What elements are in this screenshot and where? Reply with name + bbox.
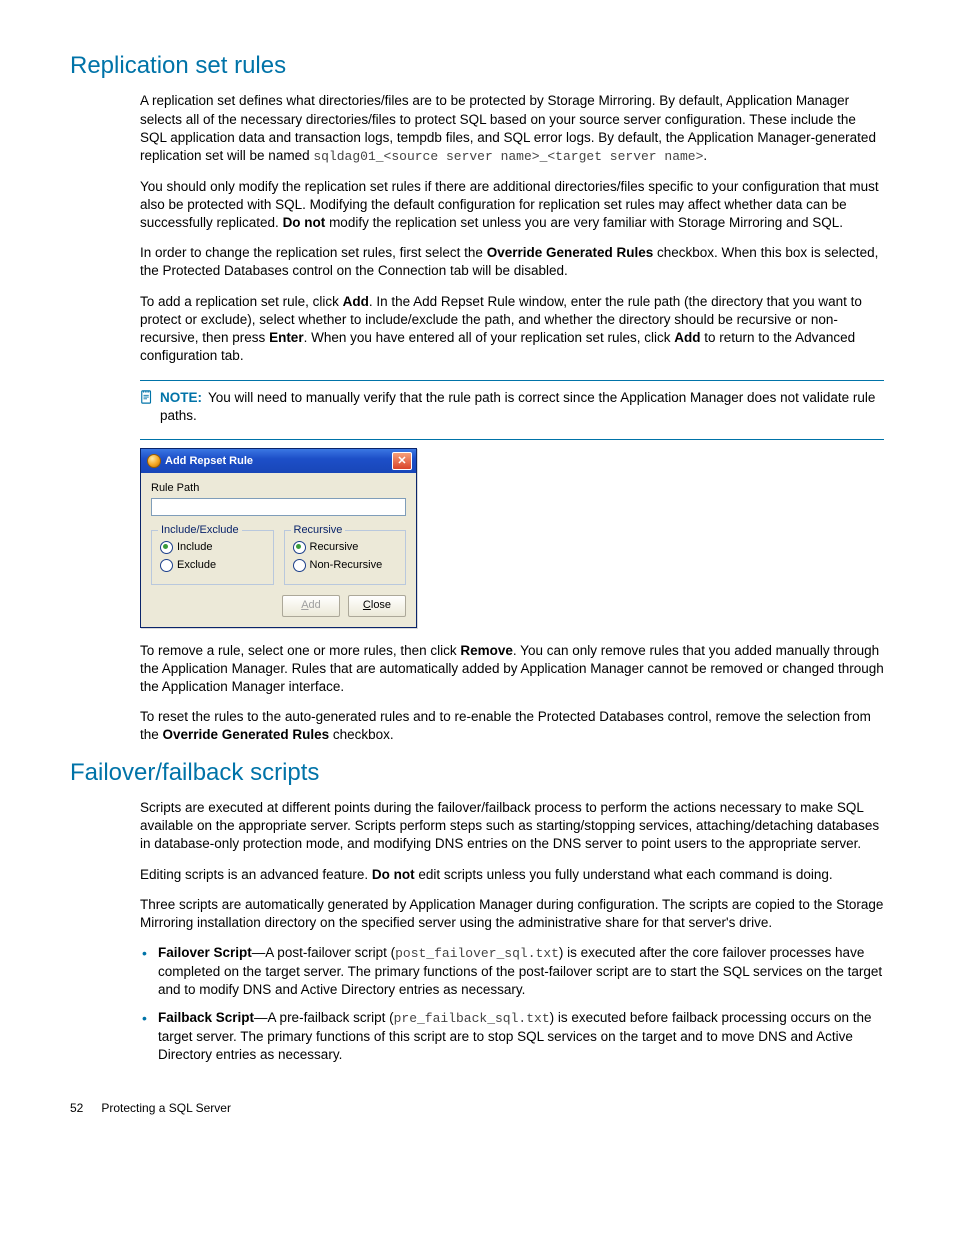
add-button[interactable]: Add (282, 595, 340, 617)
group-legend: Recursive (291, 523, 346, 538)
text: —A post-failover script ( (252, 945, 395, 960)
code-inline: pre_failback_sql.txt (394, 1011, 550, 1026)
recursive-group: Recursive Recursive Non-Recursive (284, 530, 407, 585)
radio-label: Exclude (177, 558, 216, 573)
recursive-radio[interactable]: Recursive (293, 540, 398, 555)
divider (140, 439, 884, 440)
text: modify the replication set unless you ar… (325, 215, 843, 230)
page-number: 52 (70, 1100, 83, 1116)
bold-text: Do not (283, 215, 326, 230)
page-footer: 52 Protecting a SQL Server (70, 1100, 884, 1116)
paragraph: To add a replication set rule, click Add… (140, 293, 884, 366)
divider (140, 380, 884, 381)
rule-path-label: Rule Path (151, 481, 406, 496)
bold-text: Override Generated Rules (487, 245, 654, 260)
dialog-title: Add Repset Rule (165, 454, 388, 469)
text: To remove a rule, select one or more rul… (140, 643, 460, 658)
add-repset-rule-dialog: Add Repset Rule ✕ Rule Path Include/Excl… (140, 448, 417, 628)
text: . (703, 148, 707, 163)
paragraph: Three scripts are automatically generate… (140, 896, 884, 932)
group-legend: Include/Exclude (158, 523, 242, 538)
radio-icon (293, 559, 306, 572)
paragraph: A replication set defines what directori… (140, 92, 884, 165)
bold-text: Failback Script (158, 1010, 254, 1025)
close-icon[interactable]: ✕ (392, 452, 412, 470)
note-block: NOTE:You will need to manually verify th… (140, 389, 884, 425)
script-list: Failover Script—A post-failover script (… (140, 944, 884, 1064)
note-icon (140, 390, 154, 404)
heading-failover-failback-scripts: Failover/failback scripts (70, 757, 884, 789)
radio-label: Include (177, 540, 212, 555)
bold-text: Override Generated Rules (163, 727, 330, 742)
text: edit scripts unless you fully understand… (415, 867, 833, 882)
radio-icon (160, 559, 173, 572)
paragraph: To remove a rule, select one or more rul… (140, 642, 884, 697)
radio-label: Non-Recursive (310, 558, 383, 573)
text: To add a replication set rule, click (140, 294, 343, 309)
note-label: NOTE: (160, 390, 202, 405)
bold-text: Add (674, 330, 700, 345)
paragraph: Scripts are executed at different points… (140, 799, 884, 854)
bold-text: Failover Script (158, 945, 252, 960)
paragraph: In order to change the replication set r… (140, 244, 884, 280)
paragraph: To reset the rules to the auto-generated… (140, 708, 884, 744)
text: —A pre-failback script ( (254, 1010, 394, 1025)
paragraph: Editing scripts is an advanced feature. … (140, 866, 884, 884)
exclude-radio[interactable]: Exclude (160, 558, 265, 573)
bold-text: Remove (460, 643, 513, 658)
text: In order to change the replication set r… (140, 245, 487, 260)
close-button[interactable]: Close (348, 595, 406, 617)
dialog-titlebar[interactable]: Add Repset Rule ✕ (141, 449, 416, 473)
bold-text: Add (343, 294, 369, 309)
btn-label-rest: dd (309, 599, 321, 611)
code-inline: sqldag01_<source server name>_<target se… (313, 149, 703, 164)
text: . When you have entered all of your repl… (304, 330, 675, 345)
list-item: Failback Script—A pre-failback script (p… (158, 1009, 884, 1064)
text: Editing scripts is an advanced feature. (140, 867, 372, 882)
radio-icon (293, 541, 306, 554)
code-inline: post_failover_sql.txt (395, 946, 559, 961)
btn-label-rest: lose (371, 599, 391, 611)
radio-label: Recursive (310, 540, 359, 555)
radio-icon (160, 541, 173, 554)
bold-text: Do not (372, 867, 415, 882)
include-exclude-group: Include/Exclude Include Exclude (151, 530, 274, 585)
heading-replication-set-rules: Replication set rules (70, 50, 884, 82)
bold-text: Enter (269, 330, 304, 345)
non-recursive-radio[interactable]: Non-Recursive (293, 558, 398, 573)
text: checkbox. (329, 727, 394, 742)
rule-path-input[interactable] (151, 498, 406, 516)
note-text: You will need to manually verify that th… (160, 390, 875, 423)
paragraph: You should only modify the replication s… (140, 178, 884, 233)
app-icon (147, 454, 161, 468)
list-item: Failover Script—A post-failover script (… (158, 944, 884, 999)
footer-title: Protecting a SQL Server (101, 1100, 231, 1116)
include-radio[interactable]: Include (160, 540, 265, 555)
